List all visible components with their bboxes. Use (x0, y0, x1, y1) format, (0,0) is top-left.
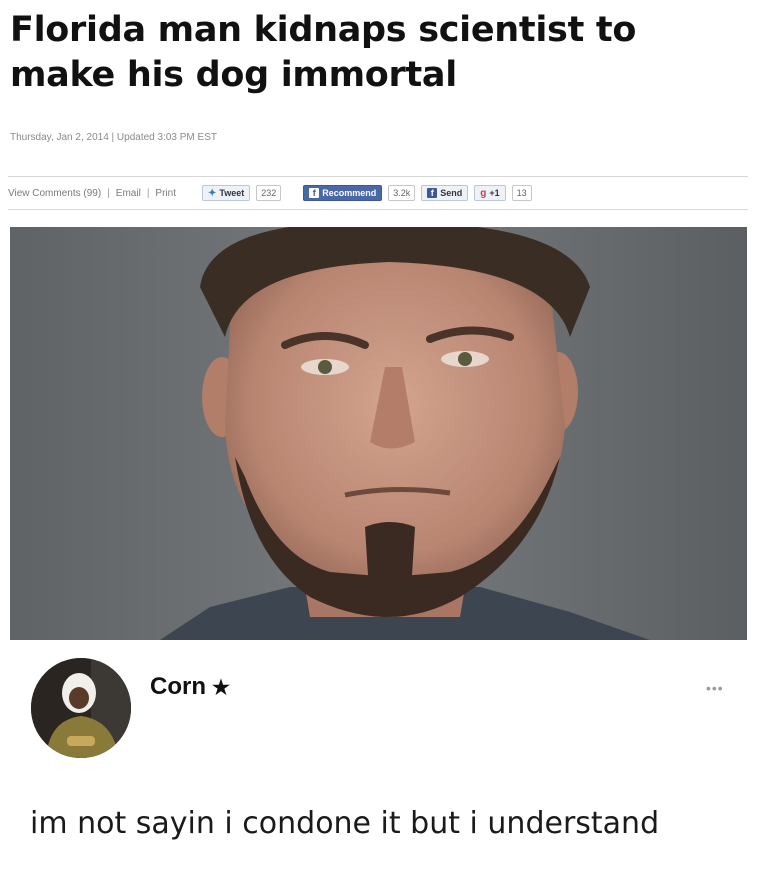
star-icon: ★ (212, 676, 230, 699)
email-link[interactable]: Email (116, 188, 141, 199)
recommend-count: 3.2k (388, 185, 416, 201)
article-dateline: Thursday, Jan 2, 2014 | Updated 3:03 PM … (10, 132, 217, 143)
tweet-label: Tweet (219, 188, 245, 198)
separator: | (107, 187, 110, 199)
post-text: im not sayin i condone it but i understa… (30, 806, 660, 841)
view-comments-link[interactable]: View Comments (99) (8, 188, 101, 199)
share-bar: View Comments (99) | Email | Print ✦ Twe… (8, 176, 748, 210)
tweet-button[interactable]: ✦ Tweet (201, 185, 251, 201)
print-link[interactable]: Print (155, 188, 176, 199)
recommend-button[interactable]: f Recommend (303, 185, 383, 201)
google-plus-count: 13 (511, 185, 532, 201)
avatar-illustration (31, 658, 131, 758)
mugshot-photo (10, 227, 747, 640)
social-post: Corn ★ ••• im not sayin i condone it but… (0, 650, 762, 896)
recommend-label: Recommend (322, 188, 377, 198)
more-options-icon[interactable]: ••• (706, 680, 724, 696)
mugshot-illustration (10, 227, 747, 640)
tweet-count: 232 (256, 185, 282, 201)
news-article: Florida man kidnaps scientist to make hi… (0, 0, 762, 650)
avatar[interactable] (31, 658, 131, 758)
google-plus-button[interactable]: g +1 (474, 185, 506, 201)
separator: | (146, 187, 150, 199)
author-name[interactable]: Corn ★ (150, 673, 230, 701)
send-label: Send (440, 188, 463, 198)
google-plus-label: +1 (489, 188, 500, 198)
facebook-icon: f (309, 188, 320, 198)
twitter-bird-icon: ✦ (207, 187, 217, 199)
facebook-icon: f (427, 188, 438, 198)
google-plus-icon: g (480, 187, 487, 199)
send-button[interactable]: f Send (421, 185, 469, 201)
article-headline: Florida man kidnaps scientist to make hi… (10, 10, 637, 95)
author-label: Corn (150, 673, 206, 700)
